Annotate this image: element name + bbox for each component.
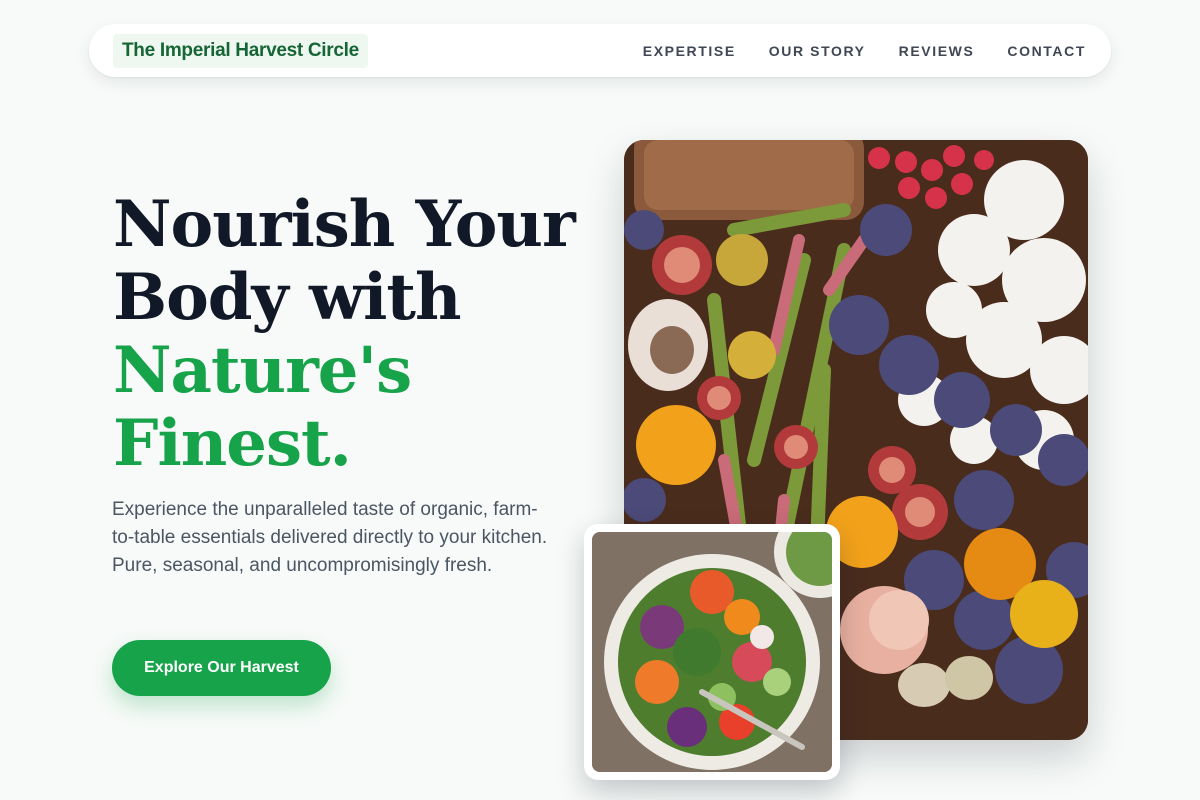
salad-bowl-image — [592, 532, 832, 772]
nav-link-contact[interactable]: CONTACT — [1007, 43, 1086, 59]
hero-title-line-2: Body with — [113, 260, 462, 335]
brand-logo[interactable]: The Imperial Harvest Circle — [113, 33, 368, 68]
salad-bowl-illustration — [592, 532, 832, 772]
nav-link-our-story[interactable]: OUR STORY — [769, 43, 866, 59]
hero-title: Nourish Your Body with Nature's Finest. — [113, 188, 583, 480]
nav-link-expertise[interactable]: EXPERTISE — [643, 43, 736, 59]
hero-title-accent-1: Nature's — [113, 333, 412, 408]
salad-bowl-image-frame — [584, 524, 840, 780]
nav-link-reviews[interactable]: REVIEWS — [899, 43, 975, 59]
hero-subtitle: Experience the unparalleled taste of org… — [112, 499, 548, 576]
explore-harvest-button[interactable]: Explore Our Harvest — [112, 640, 331, 696]
nav-links: EXPERTISE OUR STORY REVIEWS CONTACT — [643, 43, 1086, 59]
hero-title-accent-2: Finest. — [113, 406, 352, 481]
hero-title-line-1: Nourish Your — [113, 187, 576, 262]
top-navbar: The Imperial Harvest Circle EXPERTISE OU… — [89, 24, 1111, 77]
